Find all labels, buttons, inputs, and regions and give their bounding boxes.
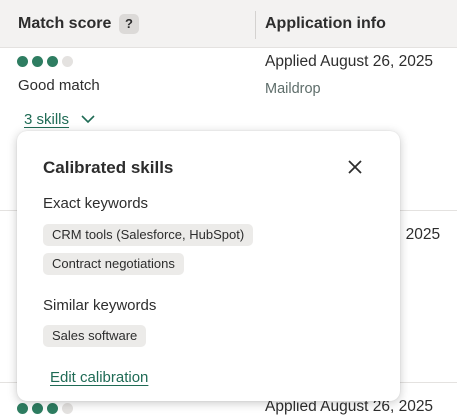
close-icon[interactable] [345,157,365,177]
score-dot-empty [62,403,73,414]
score-dot-filled [47,56,58,67]
match-score-header: Match score [18,15,112,32]
application-info-header: Application info [265,15,386,32]
applied-date: Applied August 26, 2025 [265,53,434,70]
score-dot-filled [47,403,58,414]
similar-keywords-label: Similar keywords [43,297,157,314]
score-dot-empty [62,56,73,67]
column-divider [255,11,256,39]
score-dot-filled [32,56,43,67]
exact-keywords-label: Exact keywords [43,195,149,212]
match-score-dots [17,56,73,67]
chevron-down-icon[interactable] [80,113,96,125]
skills-link[interactable]: 3 skills [24,111,69,128]
help-icon[interactable]: ? [119,14,139,34]
table-header: Match score ? Application info [0,0,457,48]
applied-date-partial: , 2025 [397,226,441,243]
score-dot-filled [17,56,28,67]
edit-calibration-link[interactable]: Edit calibration [50,369,148,386]
skill-tag: Contract negotiations [43,253,184,275]
calibrated-skills-popover: Calibrated skills Exact keywords CRM too… [17,131,400,401]
popover-title: Calibrated skills [43,158,174,177]
application-source: Maildrop [265,81,321,97]
skill-tag: Sales software [43,325,147,347]
score-dot-filled [17,403,28,414]
score-dot-filled [32,403,43,414]
match-score-dots [17,403,73,414]
match-label: Good match [18,77,100,94]
skill-tag: CRM tools (Salesforce, HubSpot) [43,224,254,246]
